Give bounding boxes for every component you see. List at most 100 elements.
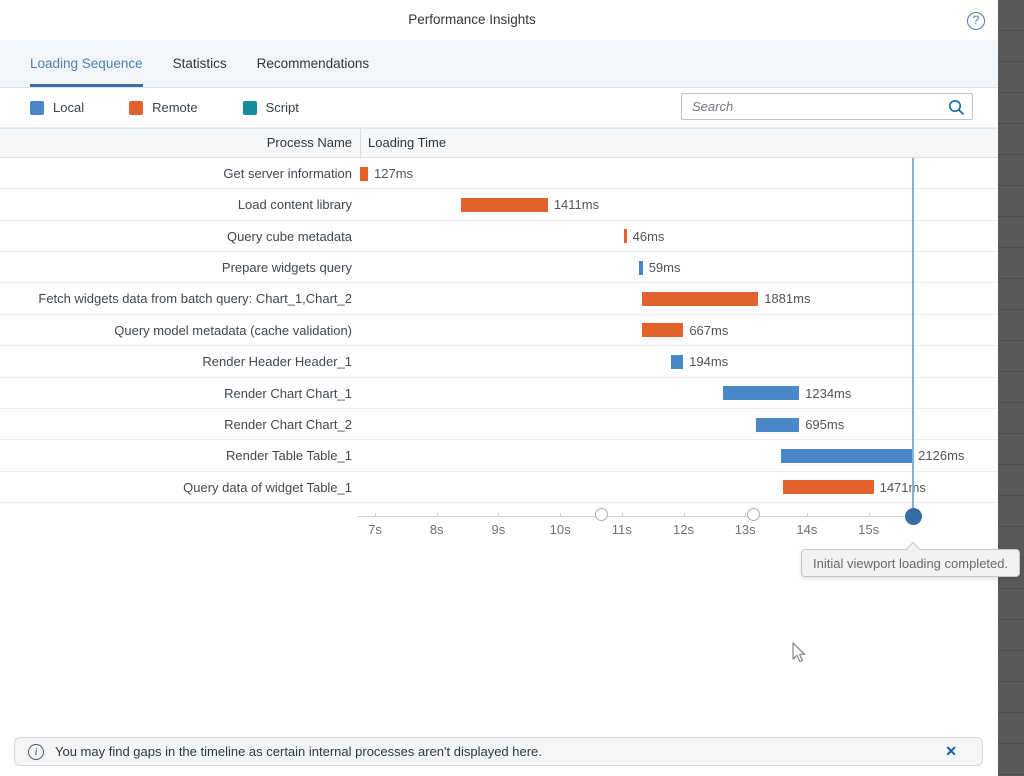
process-name-label: Prepare widgets query [0,252,352,283]
axis-tick [684,513,685,517]
gantt-bar[interactable] [639,261,643,275]
background-app-strip [998,0,1024,776]
gantt-chart: Get server information127msLoad content … [0,158,998,503]
tooltip-arrow [906,542,920,556]
column-divider [360,129,361,159]
gantt-row: Query model metadata (cache validation) 6… [0,315,998,346]
duration-label: 194ms [689,346,728,377]
duration-label: 1234ms [805,378,851,409]
legend-item-remote: Remote [129,100,198,115]
axis-tick-label: 15s [858,522,879,537]
axis-tick-label: 8s [430,522,444,537]
tab-recommendations[interactable]: Recommendations [257,40,370,87]
column-header-process-name: Process Name [0,129,352,159]
axis-tick-label: 9s [492,522,506,537]
info-bar: i You may find gaps in the timeline as c… [14,737,983,766]
axis-tick-label: 12s [673,522,694,537]
duration-label: 59ms [649,252,681,283]
legend-item-script: Script [243,100,299,115]
marker-tooltip: Initial viewport loading completed. [801,549,1020,577]
gantt-row: Load content library 1411ms [0,189,998,220]
info-icon: i [28,744,44,760]
process-name-label: Render Chart Chart_1 [0,378,352,409]
gantt-row: Render Chart Chart_1 1234ms [0,378,998,409]
duration-label: 46ms [633,221,665,252]
tab-loading-sequence[interactable]: Loading Sequence [30,40,143,87]
gantt-bar[interactable] [461,198,548,212]
legend-item-local: Local [30,100,84,115]
gantt-bar[interactable] [723,386,799,400]
axis-tick [375,513,376,517]
gantt-row: Fetch widgets data from batch query: Cha… [0,283,998,314]
gantt-bar[interactable] [642,323,683,337]
process-name-label: Render Chart Chart_2 [0,409,352,440]
gantt-bar[interactable] [756,418,799,432]
table-header: Process Name Loading Time [0,128,998,158]
axis-tick [807,513,808,517]
duration-label: 695ms [805,409,844,440]
duration-label: 1411ms [554,189,599,220]
gantt-bar[interactable] [783,480,874,494]
axis-tick-label: 10s [550,522,571,537]
duration-label: 127ms [374,158,413,189]
process-name-label: Query data of widget Table_1 [0,472,352,503]
axis-tick-label: 7s [368,522,382,537]
axis-tick [745,513,746,517]
gantt-row: Render Chart Chart_2 695ms [0,409,998,440]
remote-swatch [129,101,143,115]
legend-label-local: Local [53,100,84,115]
duration-label: 1471ms [880,472,926,503]
local-swatch [30,101,44,115]
axis-tick [560,513,561,517]
performance-insights-dialog: Performance Insights ? Loading Sequence … [0,0,1024,776]
process-name-label: Query model metadata (cache validation) [0,315,352,346]
help-icon[interactable]: ? [967,12,985,30]
axis-tick [498,513,499,517]
timeline-marker-filled[interactable] [905,508,922,525]
process-name-label: Get server information [0,158,352,189]
close-icon[interactable]: ✕ [945,743,969,760]
info-bar-text: You may find gaps in the timeline as cer… [55,744,542,759]
axis-tick [437,513,438,517]
gantt-bar[interactable] [671,355,683,369]
gantt-row: Query cube metadata 46ms [0,221,998,252]
gantt-row: Render Table Table_1 2126ms [0,440,998,471]
duration-label: 667ms [689,315,728,346]
timeline-current-line [912,158,914,516]
gantt-bar[interactable] [642,292,758,306]
mouse-cursor [792,642,810,666]
duration-label: 2126ms [918,440,964,471]
gantt-bar[interactable] [781,449,912,463]
dialog-header: Performance Insights ? [0,0,998,40]
duration-label: 1881ms [764,283,810,314]
process-name-label: Query cube metadata [0,221,352,252]
axis-tick [622,513,623,517]
gantt-row: Query data of widget Table_1 1471ms [0,472,998,503]
timeline-marker[interactable] [747,508,760,521]
gantt-bar[interactable] [360,167,368,181]
script-swatch [243,101,257,115]
timeline-marker[interactable] [595,508,608,521]
dialog-title: Performance Insights [0,0,944,40]
column-header-loading-time: Loading Time [368,129,446,159]
tab-bar: Loading Sequence Statistics Recommendati… [0,40,998,88]
gantt-bar[interactable] [624,229,627,243]
process-name-label: Load content library [0,189,352,220]
tab-statistics[interactable]: Statistics [173,40,227,87]
gantt-row: Render Header Header_1194ms [0,346,998,377]
tooltip-text: Initial viewport loading completed. [813,556,1008,571]
process-name-label: Fetch widgets data from batch query: Cha… [0,283,352,314]
process-name-label: Render Table Table_1 [0,440,352,471]
legend-label-remote: Remote [152,100,198,115]
axis-tick-label: 11s [612,522,632,537]
search-box [681,93,973,120]
axis-tick-label: 14s [796,522,817,537]
gantt-row: Get server information 127ms [0,158,998,189]
search-icon[interactable] [948,99,965,116]
axis-line [358,516,906,517]
axis-tick [869,513,870,517]
gantt-row: Prepare widgets query 59ms [0,252,998,283]
legend-label-script: Script [266,100,299,115]
axis-tick-label: 13s [735,522,756,537]
search-input[interactable] [682,94,944,119]
